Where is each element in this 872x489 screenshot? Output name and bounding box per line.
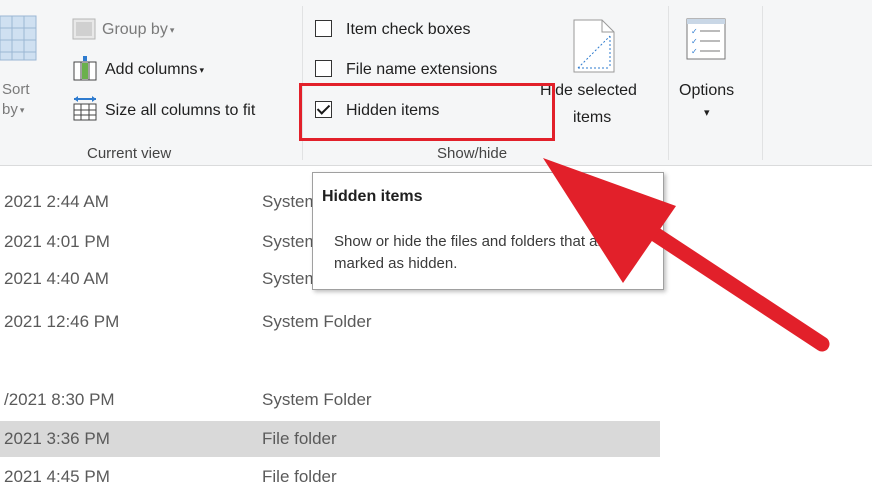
item-check-boxes-checkbox[interactable] <box>315 20 332 37</box>
file-date: 2021 2:44 AM <box>4 192 109 211</box>
file-type: File folder <box>262 467 337 486</box>
file-date: 2021 4:45 PM <box>4 467 110 486</box>
file-row[interactable]: 2021 3:36 PM File folder <box>0 421 660 457</box>
chevron-down-icon: ▾ <box>19 104 25 115</box>
tooltip-description: Show or hide the files and folders that … <box>334 233 611 272</box>
group-divider <box>668 6 669 160</box>
item-check-boxes-option[interactable]: Item check boxes <box>315 18 515 42</box>
chevron-down-icon: ▾ <box>169 25 175 35</box>
file-name-extensions-label: File name extensions <box>346 61 498 78</box>
current-view-group-label: Current view <box>87 145 172 162</box>
sort-by-button[interactable]: Sort by ▾ <box>0 0 52 140</box>
file-type: File folder <box>262 429 337 448</box>
file-row[interactable]: 2021 4:45 PM File folder <box>0 459 660 489</box>
file-date: 2021 12:46 PM <box>4 312 120 331</box>
chevron-down-icon: ▾ <box>704 107 710 119</box>
group-divider <box>762 6 763 160</box>
file-date: 2021 3:36 PM <box>4 429 110 448</box>
hide-selected-items-button[interactable]: Hide selected items <box>538 12 658 132</box>
group-by-text: Group by <box>102 21 168 39</box>
add-columns-icon <box>72 56 98 87</box>
tooltip-title: Hidden items <box>322 188 423 205</box>
options-label: Options <box>679 82 735 99</box>
options-button[interactable]: ✓ ✓ ✓ Options ▾ <box>672 12 756 132</box>
add-columns-button[interactable]: Add columns ▾ <box>72 56 252 84</box>
file-date: 2021 4:40 AM <box>4 269 109 288</box>
svg-text:✓: ✓ <box>691 37 698 46</box>
view-ribbon: Sort by ▾ Group by ▾ Add columns ▾ Size … <box>0 0 872 166</box>
group-by-button[interactable]: Group by ▾ <box>72 17 222 43</box>
file-date: 2021 4:01 PM <box>4 232 110 251</box>
file-type: System Folder <box>262 312 372 331</box>
file-row[interactable]: /2021 8:30 PM System Folder <box>0 384 660 418</box>
size-columns-icon <box>72 96 98 127</box>
add-columns-label: Add columns ▾ <box>105 60 204 80</box>
hide-selected-label-line2: items <box>573 109 612 126</box>
file-name-extensions-checkbox[interactable] <box>315 60 332 77</box>
show-hide-group-label: Show/hide <box>437 145 508 162</box>
sort-label-line2: by ▾ <box>2 100 24 120</box>
file-type: System Folder <box>262 390 372 409</box>
options-icon: ✓ ✓ ✓ <box>686 18 726 65</box>
hidden-items-highlight-box <box>299 83 555 141</box>
file-date: /2021 8:30 PM <box>4 390 115 409</box>
svg-text:✓: ✓ <box>691 47 698 56</box>
item-check-boxes-label: Item check boxes <box>346 21 471 38</box>
add-columns-text: Add columns <box>105 61 198 79</box>
chevron-down-icon: ▾ <box>199 65 205 75</box>
file-row[interactable]: 2021 12:46 PM System Folder <box>0 306 660 340</box>
sort-label-line1: Sort <box>2 81 30 98</box>
sort-label-text: by <box>2 101 18 118</box>
size-all-columns-label: Size all columns to fit <box>105 102 256 119</box>
file-name-extensions-option[interactable]: File name extensions <box>315 58 535 82</box>
svg-text:✓: ✓ <box>691 27 698 36</box>
sort-icon <box>0 14 40 67</box>
hidden-items-tooltip: Hidden items Show or hide the files and … <box>312 172 664 290</box>
size-all-columns-button[interactable]: Size all columns to fit <box>72 96 292 124</box>
group-by-label: Group by ▾ <box>102 20 174 40</box>
hide-selected-icon <box>572 18 616 79</box>
group-by-icon <box>72 18 96 45</box>
